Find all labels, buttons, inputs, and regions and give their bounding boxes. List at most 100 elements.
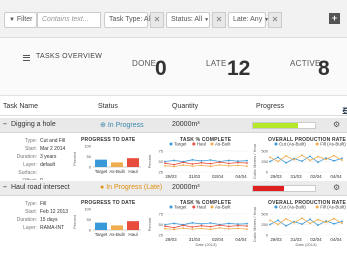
data-point [191, 163, 194, 165]
series-line [164, 164, 248, 167]
data-point [173, 222, 176, 225]
task-details: Type: Fill Start: Feb 12 2013 Duration: 15 da… [0, 197, 347, 263]
data-point [209, 159, 212, 161]
data-point [182, 224, 185, 227]
task-row[interactable]: – Haul road intersect ● In Progress (Lat… [0, 181, 347, 196]
legend-marker [210, 205, 214, 209]
data-point [341, 222, 343, 224]
legend-marker [192, 205, 196, 209]
y-tick-label: 500 [261, 149, 268, 154]
legend-label: Fill (As-Built) [320, 205, 346, 210]
info-circle-icon: ⊕ [100, 122, 106, 129]
data-point [200, 222, 203, 225]
data-point [191, 228, 194, 231]
data-point [325, 221, 327, 224]
collapse-icon[interactable]: – [3, 184, 7, 191]
data-point [301, 217, 303, 220]
column-status[interactable]: Status [98, 103, 118, 110]
chevron-down-icon: ▼ [204, 17, 210, 23]
data-point [200, 159, 203, 162]
y-tick-label: 0 [266, 170, 269, 175]
x-tick-label: 04/04 [235, 237, 247, 242]
collapse-icon[interactable]: – [3, 121, 7, 128]
legend-label: Haul [197, 142, 206, 147]
data-point [277, 223, 279, 226]
data-point [301, 223, 303, 226]
data-point [246, 228, 248, 231]
data-point [246, 162, 248, 164]
x-tick-label: 29/03 [270, 237, 282, 242]
settings-gear-icon[interactable]: ⚙ [342, 106, 347, 117]
task-row[interactable]: – Digging a hole ⊕ In Progress 20000m³ ⚙ [0, 118, 347, 133]
column-quantity[interactable]: Quantity [172, 103, 198, 110]
tasks-overview: TASKS OVERVIEW DONE 0 LATE 12 ACTIVE 8 [0, 38, 347, 96]
clear-late-button[interactable]: ✕ [268, 12, 282, 28]
data-point [182, 164, 185, 166]
data-point [236, 227, 239, 230]
y-tick-label: 50 [87, 217, 92, 222]
data-point [200, 227, 203, 230]
legend-label: Fill (As-Built) [320, 142, 346, 147]
late-select[interactable]: Late: Any ▼ [228, 12, 269, 28]
data-point [200, 224, 203, 227]
data-point [164, 225, 166, 228]
column-progress[interactable]: Progress [256, 103, 284, 110]
data-point [277, 219, 279, 222]
clear-status-button[interactable]: ✕ [212, 12, 226, 28]
y-tick-label: 0 [89, 165, 92, 170]
data-point [269, 223, 271, 226]
x-tick-label: Target [95, 232, 108, 237]
x-axis-label: Date (2013) [295, 242, 317, 247]
y-tick-label: 75 [159, 149, 164, 154]
column-task-name[interactable]: Task Name [3, 103, 38, 110]
data-point [227, 225, 230, 228]
data-point [218, 161, 221, 164]
search-input[interactable]: Contains text... [37, 12, 101, 28]
x-tick-label: Haul [128, 169, 137, 174]
data-point [269, 160, 271, 163]
data-point [209, 225, 212, 228]
data-point [301, 160, 303, 163]
task-settings-gear-icon[interactable]: ⚙ [333, 120, 340, 129]
y-tick-label: 0 [89, 228, 92, 233]
done-count: 0 [155, 57, 167, 80]
data-point [333, 222, 335, 225]
late-label: LATE [206, 59, 227, 68]
data-point [173, 159, 176, 162]
task-charts: Percent100500Target As-Built HaulTarget Hau… [72, 142, 346, 181]
late-select-value: Late: Any [233, 16, 263, 23]
data-point [173, 226, 176, 229]
y-axis-label: Percent [72, 151, 77, 166]
clear-task-type-button[interactable]: ✕ [150, 12, 164, 28]
data-point [317, 155, 319, 158]
x-tick-label: 04/04 [330, 237, 342, 242]
status-select[interactable]: Status: All ▼ [166, 12, 210, 28]
task-status-label: In Progress [107, 122, 144, 129]
active-count: 8 [318, 57, 330, 80]
task-name: Haul road intersect [11, 184, 70, 191]
data-point [164, 164, 166, 167]
data-point [173, 228, 176, 231]
legend-marker [315, 205, 319, 209]
data-point [227, 159, 230, 162]
done-label: DONE [132, 59, 157, 68]
filter-button[interactable]: ▼ Filter [4, 12, 38, 28]
data-point [341, 159, 343, 161]
task-settings-gear-icon[interactable]: ⚙ [333, 183, 340, 192]
data-point [182, 161, 185, 164]
task-charts: Percent100500Target As-Built HaulTarget Hau… [72, 205, 346, 248]
status-select-value: Status: All [171, 16, 203, 23]
filter-button-label: Filter [16, 16, 33, 23]
legend-marker [274, 205, 278, 209]
data-point [317, 224, 319, 227]
data-point [333, 217, 335, 220]
data-point [236, 164, 239, 167]
legend-label: Target [174, 142, 187, 147]
add-task-button[interactable]: + [329, 13, 340, 24]
x-tick-label: Haul [128, 232, 137, 237]
task-type-select[interactable]: Task Type: All ▼ [104, 12, 159, 28]
legend-marker [274, 142, 278, 146]
x-axis-label: Date (2013) [195, 242, 217, 247]
data-point [341, 157, 343, 160]
series-line [164, 224, 248, 229]
